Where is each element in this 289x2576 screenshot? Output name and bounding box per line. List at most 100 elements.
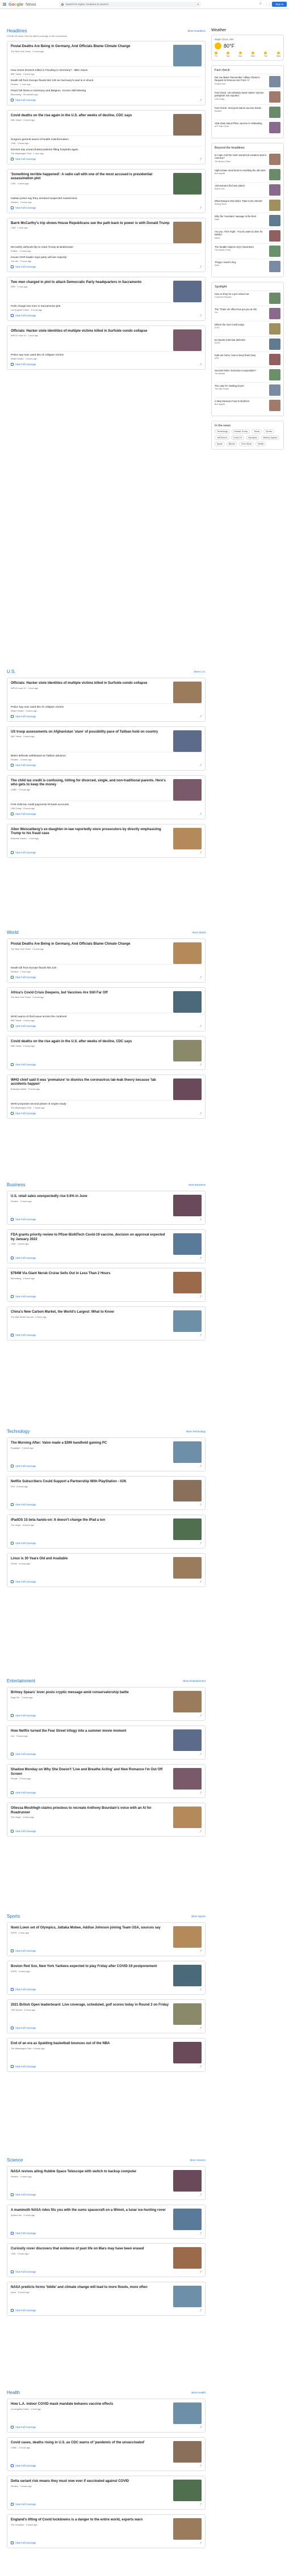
section-title[interactable]: Business xyxy=(7,1182,25,1187)
side-item-thumbnail[interactable] xyxy=(269,369,280,380)
share-icon[interactable]: ⤴ xyxy=(199,1715,202,1717)
topic-chip[interactable]: Apple xyxy=(215,442,225,446)
story-headline[interactable]: Linux is 30 Years Old and Available xyxy=(11,1557,170,1562)
full-coverage-link[interactable]: View Full Coverage xyxy=(11,1063,202,1066)
full-coverage-label[interactable]: View Full Coverage xyxy=(15,1830,36,1833)
more-link[interactable]: More U.S. xyxy=(194,670,206,673)
full-coverage-label[interactable]: View Full Coverage xyxy=(15,1025,36,1027)
story-thumbnail[interactable] xyxy=(173,2480,202,2501)
story-headline[interactable]: Barrk McCarthy's trip shows House Republ… xyxy=(11,222,170,226)
side-item-thumbnail[interactable] xyxy=(269,184,280,196)
share-icon[interactable]: ⤴ xyxy=(199,2465,202,2467)
more-link[interactable]: More Technology xyxy=(186,1430,206,1433)
share-icon[interactable]: ⤴ xyxy=(199,1830,202,1833)
side-item-thumbnail[interactable] xyxy=(269,246,280,257)
story-headline[interactable]: Covid deaths on the rise again in the U.… xyxy=(11,1040,170,1044)
story-headline[interactable]: NASA revives ailing Hubble Space Telesco… xyxy=(11,2170,170,2175)
side-item-headline[interactable]: Kids are home, how to keep them busy xyxy=(215,354,267,357)
full-coverage-link[interactable]: View Full Coverage xyxy=(11,362,202,366)
story-thumbnail[interactable] xyxy=(173,1272,202,1293)
share-icon[interactable]: ⤴ xyxy=(199,1989,202,1991)
full-coverage-link[interactable]: View Full Coverage xyxy=(11,2541,202,2544)
story-thumbnail[interactable] xyxy=(173,1965,202,1986)
story-thumbnail[interactable] xyxy=(173,1729,202,1751)
spotlight-item[interactable]: A New Mexican Food in Northern Bon Appéti… xyxy=(215,397,280,413)
related-headline[interactable]: WHO proposes second phase of origins stu… xyxy=(11,1103,202,1106)
full-coverage-link[interactable]: View Full Coverage xyxy=(11,1753,202,1756)
side-item-thumbnail[interactable] xyxy=(269,107,280,118)
side-item-headline[interactable]: Things I used to buy xyxy=(215,261,267,264)
side-item-headline[interactable]: A New Mexican Food in Northern xyxy=(215,400,267,403)
full-coverage-link[interactable]: View Full Coverage xyxy=(11,1024,202,1027)
full-coverage-label[interactable]: View Full Coverage xyxy=(15,2464,36,2467)
full-coverage-link[interactable]: View Full Coverage xyxy=(11,206,202,209)
share-icon[interactable]: ⤴ xyxy=(199,1257,202,1259)
full-coverage-link[interactable]: View Full Coverage xyxy=(11,2065,202,2068)
side-item-thumbnail[interactable] xyxy=(269,308,280,319)
story-headline[interactable]: iPadOS 15 beta hands-on: It doesn't chan… xyxy=(11,1518,170,1523)
side-item-thumbnail[interactable] xyxy=(269,76,280,87)
story-thumbnail[interactable] xyxy=(173,2209,202,2230)
story-headline[interactable]: Curiosity rover discovers that evidence … xyxy=(11,2247,170,2252)
full-coverage-label[interactable]: View Full Coverage xyxy=(15,1295,36,1298)
story-headline[interactable]: Covid cases, deaths rising in U.S. as CD… xyxy=(11,2441,170,2446)
story-thumbnail[interactable] xyxy=(173,45,202,66)
related-headline[interactable]: Surgeon general warns of health misinfor… xyxy=(11,138,202,142)
topic-chip[interactable]: Elon Musk xyxy=(239,442,254,446)
side-item-headline[interactable]: The 'Tinder 45' effect has put you at ri… xyxy=(215,308,267,311)
topic-chip[interactable]: Jeff Bezos xyxy=(215,435,229,440)
share-icon[interactable]: ⤴ xyxy=(199,2426,202,2429)
story-thumbnail[interactable] xyxy=(173,1310,202,1332)
related-headline[interactable]: Flood Toll Rises in Germany and Belgium,… xyxy=(11,90,202,93)
full-coverage-link[interactable]: View Full Coverage xyxy=(11,851,202,854)
more-link[interactable]: More Headlines xyxy=(187,29,206,32)
spotlight-item[interactable]: Kids are home, how to keep them busy NPR xyxy=(215,352,280,367)
section-title[interactable]: World xyxy=(7,930,19,935)
side-item-headline[interactable]: How to shop for a pre-owned car xyxy=(215,293,267,295)
story-headline[interactable]: How Netflix turned the Fear Street trilo… xyxy=(11,1729,170,1734)
full-coverage-label[interactable]: View Full Coverage xyxy=(15,2232,36,2235)
side-item-headline[interactable]: The Seattle inspires city's Great Burn xyxy=(215,246,267,248)
story-headline[interactable]: FDA grants priority review to Pfizer-Bio… xyxy=(11,1233,170,1242)
related-headline[interactable]: How Some Dozens Killed in Flooding in Ge… xyxy=(11,69,202,73)
full-coverage-link[interactable]: View Full Coverage xyxy=(11,763,202,767)
full-coverage-label[interactable]: View Full Coverage xyxy=(15,1112,36,1115)
side-item-headline[interactable]: Fact Check: Viral post claims vaccine sh… xyxy=(215,107,267,109)
share-icon[interactable]: ⤴ xyxy=(199,1219,202,1221)
full-coverage-link[interactable]: View Full Coverage xyxy=(11,1580,202,1583)
full-coverage-label[interactable]: View Full Coverage xyxy=(15,1580,36,1583)
story-headline[interactable]: Postal Deaths Are Being in Germany, And … xyxy=(11,942,170,947)
share-icon[interactable]: ⤴ xyxy=(199,1025,202,1027)
more-link[interactable]: More World xyxy=(192,931,206,934)
full-coverage-label[interactable]: View Full Coverage xyxy=(15,851,36,854)
help-icon[interactable]: ? xyxy=(258,3,262,6)
story-thumbnail[interactable] xyxy=(173,1078,202,1100)
share-icon[interactable]: ⤴ xyxy=(199,1334,202,1336)
story-headline[interactable]: $794M Via Giant Nerub Cruise Sells Out i… xyxy=(11,1272,170,1276)
spotlight-item[interactable]: Ex-Sports Gold star defected ESPN xyxy=(215,336,280,352)
share-icon[interactable]: ⤴ xyxy=(199,1504,202,1506)
story-thumbnail[interactable] xyxy=(173,1480,202,1501)
story-headline[interactable]: End of an era as Spalding basketball bou… xyxy=(11,2042,170,2046)
story-headline[interactable]: Officials: Hacker stole identities of mu… xyxy=(11,329,170,334)
share-icon[interactable]: ⤴ xyxy=(199,976,202,979)
share-icon[interactable]: ⤴ xyxy=(199,851,202,854)
topic-chip[interactable]: Donald Trump xyxy=(232,429,250,434)
story-headline[interactable]: Africa's Covid Crisis Deepens, but Vacci… xyxy=(11,991,170,996)
full-coverage-link[interactable]: View Full Coverage xyxy=(11,1295,202,1298)
full-coverage-label[interactable]: View Full Coverage xyxy=(15,1218,36,1221)
story-thumbnail[interactable] xyxy=(173,2042,202,2063)
story-thumbnail[interactable] xyxy=(173,1807,202,1828)
story-headline[interactable]: Nomi Lown set of Olympics, Jattaka Mobee… xyxy=(11,1926,170,1931)
full-coverage-link[interactable]: View Full Coverage xyxy=(11,1111,202,1115)
story-thumbnail[interactable] xyxy=(173,1195,202,1216)
related-headline[interactable]: McCarthy defends trip to meet Trump at B… xyxy=(11,246,202,249)
related-headline[interactable]: House GOP leader says party will win maj… xyxy=(11,256,202,260)
full-coverage-link[interactable]: View Full Coverage xyxy=(11,1949,202,1952)
side-item-headline[interactable]: The case for 'Settling Down' xyxy=(215,384,267,387)
story-thumbnail[interactable] xyxy=(173,2286,202,2307)
beyond-item[interactable]: Things I used to buy Slate xyxy=(215,259,280,274)
story-thumbnail[interactable] xyxy=(173,1768,202,1790)
full-coverage-link[interactable]: View Full Coverage xyxy=(11,1830,202,1833)
share-icon[interactable]: ⤴ xyxy=(199,206,202,209)
